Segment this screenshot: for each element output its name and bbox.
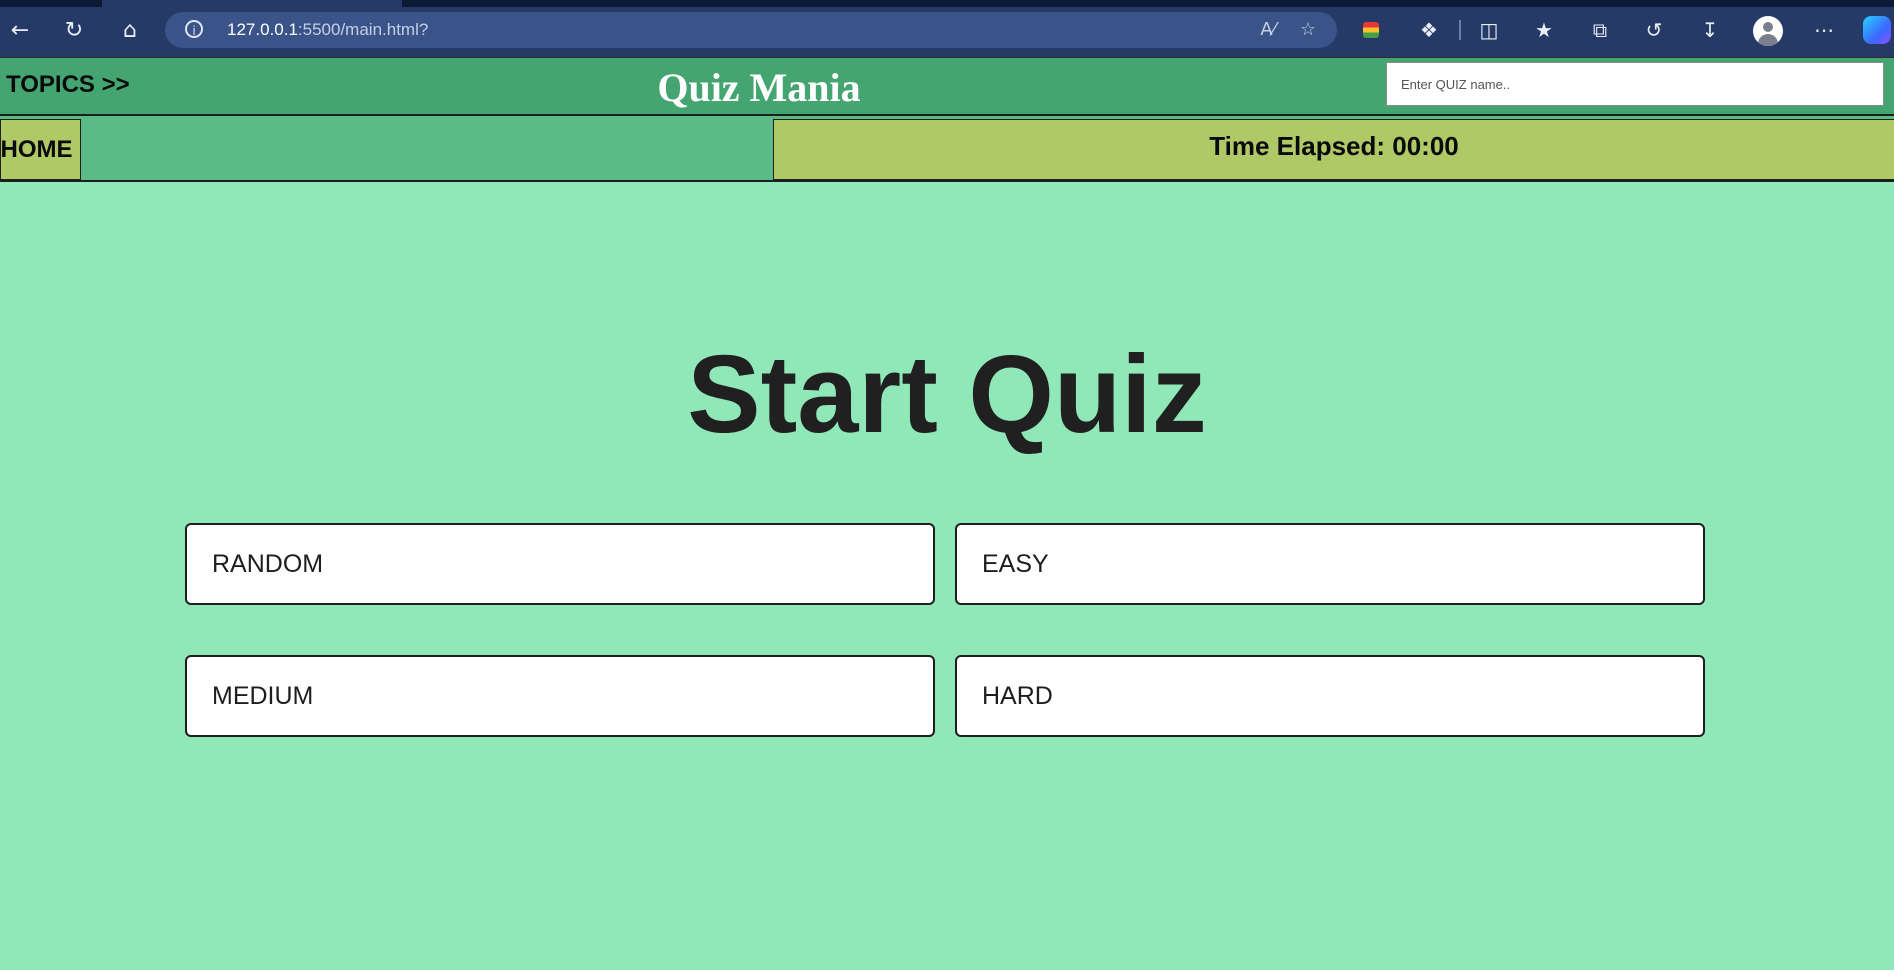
site-title: Quiz Mania (657, 65, 861, 110)
easy-difficulty-button[interactable]: EASY (955, 523, 1705, 605)
home-icon[interactable]: ⌂ (114, 14, 146, 46)
toolbar-separator (1459, 20, 1461, 40)
site-header: TOPICS >> Quiz Mania (0, 57, 1894, 116)
home-button[interactable]: HOME (0, 119, 81, 180)
sub-navigation-bar: HOME Time Elapsed: 00:00 (0, 116, 1894, 182)
browser-toolbar: ← ↻ ⌂ i 127.0.0.1:5500/main.html? A⁄ ☆ ❖… (0, 0, 1894, 57)
downloads-icon[interactable]: ↧ (1694, 14, 1726, 46)
random-difficulty-button[interactable]: RANDOM (185, 523, 935, 605)
back-arrow-icon[interactable]: ← (4, 14, 36, 46)
history-icon[interactable]: ↺ (1638, 14, 1670, 46)
extension-puzzle-icon[interactable]: ❖ (1413, 14, 1445, 46)
url-path: :5500/main.html? (297, 20, 429, 39)
timer-box: Time Elapsed: 00:00 (773, 119, 1894, 180)
start-quiz-heading: Start Quiz (687, 333, 1207, 456)
extension-colored-icon[interactable] (1363, 22, 1379, 38)
quiz-search-input[interactable] (1386, 62, 1884, 106)
hard-difficulty-button[interactable]: HARD (955, 655, 1705, 737)
more-icon[interactable]: ⋯ (1808, 14, 1840, 46)
url-host: 127.0.0.1 (227, 20, 298, 39)
address-bar[interactable]: i 127.0.0.1:5500/main.html? A⁄ ☆ (165, 12, 1337, 48)
split-screen-icon[interactable]: ◫ (1473, 14, 1505, 46)
active-tab[interactable] (102, 0, 402, 7)
time-elapsed-text: Time Elapsed: 00:00 (1209, 131, 1459, 161)
star-icon[interactable]: ☆ (1295, 17, 1321, 43)
collections-icon[interactable]: ⧉ (1584, 14, 1616, 46)
medium-difficulty-button[interactable]: MEDIUM (185, 655, 935, 737)
read-aloud-icon[interactable]: A⁄ (1255, 17, 1281, 43)
profile-icon[interactable] (1753, 16, 1783, 46)
reload-icon[interactable]: ↻ (58, 14, 90, 46)
url-text[interactable]: 127.0.0.1:5500/main.html? (227, 20, 428, 40)
favorites-icon[interactable]: ★ (1528, 14, 1560, 46)
info-icon[interactable]: i (185, 20, 203, 38)
copilot-icon[interactable] (1863, 16, 1891, 44)
tab-strip (0, 0, 1894, 7)
